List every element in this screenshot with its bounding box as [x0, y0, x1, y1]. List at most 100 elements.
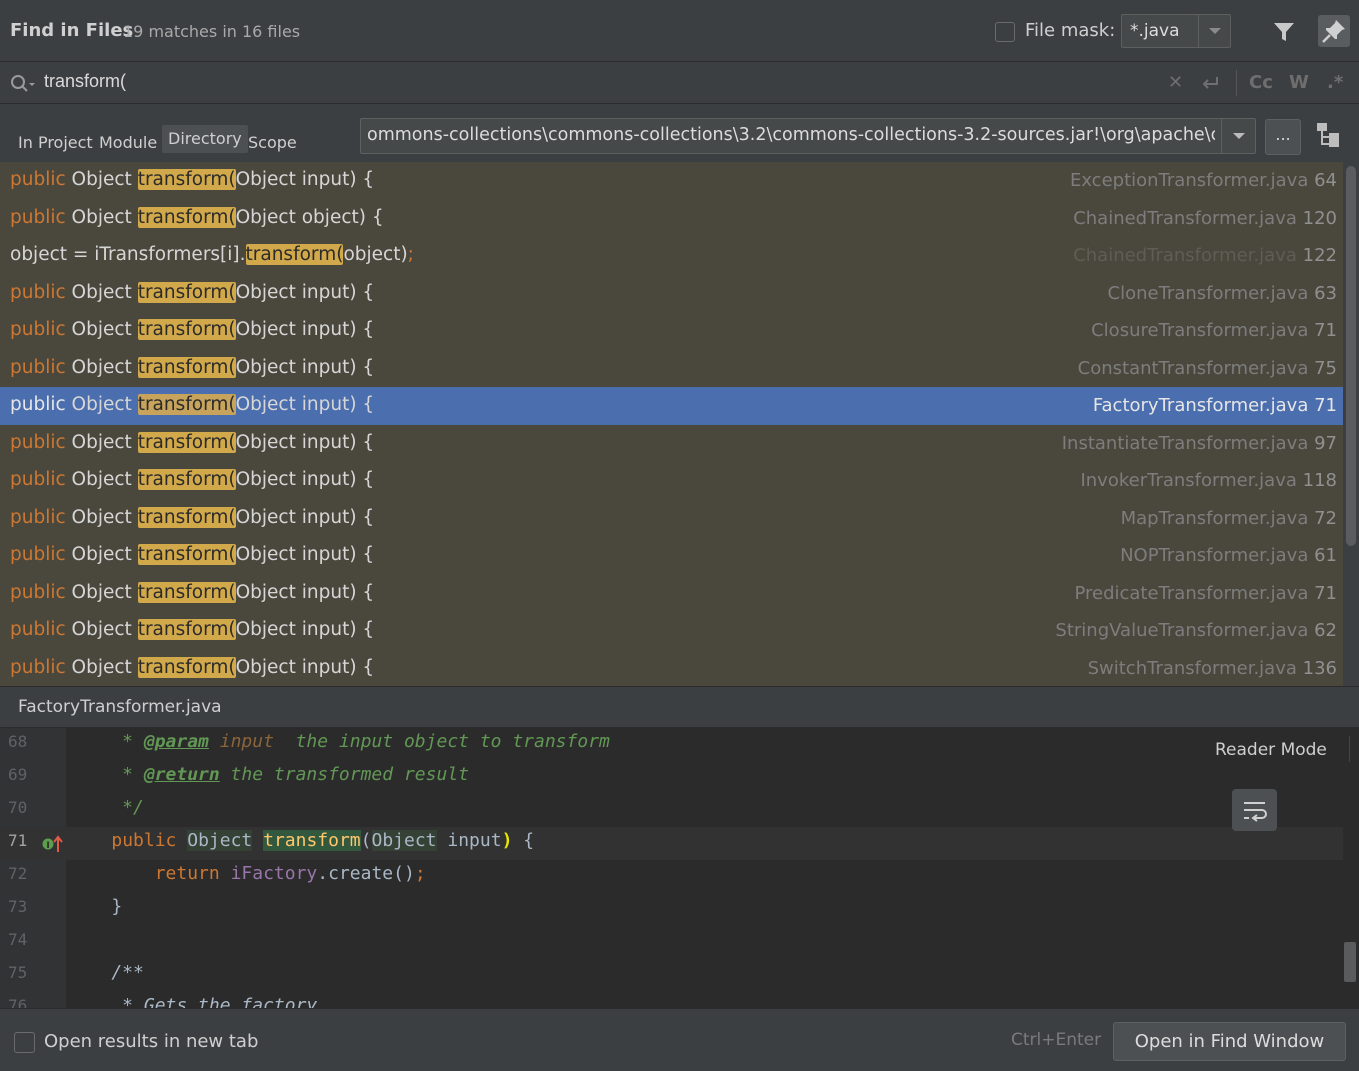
result-file: ChainedTransformer.java 120: [1073, 207, 1337, 229]
result-file: InvokerTransformer.java 118: [1080, 470, 1337, 491]
file-mask-checkbox[interactable]: [995, 22, 1015, 42]
chevron-down-icon[interactable]: [1198, 15, 1230, 47]
result-row[interactable]: public Object transform(Object input) { I…: [0, 462, 1343, 500]
tab-directory[interactable]: Directory: [162, 125, 248, 153]
code-preview[interactable]: 68 * @param input the input object to tr…: [0, 728, 1359, 1008]
file-mask-combo[interactable]: *.java: [1121, 14, 1231, 48]
shortcut-hint: Ctrl+Enter: [1011, 1030, 1102, 1050]
footer: Open results in new tab Ctrl+Enter Open …: [0, 1008, 1359, 1071]
result-code: public Object transform(Object input) {: [10, 319, 375, 340]
results-list: public Object transform(Object input) {E…: [0, 162, 1343, 686]
result-row[interactable]: public Object transform(Object input) { F…: [0, 387, 1343, 425]
new-line-icon[interactable]: [1199, 74, 1221, 94]
preview-scrollbar[interactable]: [1343, 728, 1359, 1008]
code-line[interactable]: 72 return iFactory.create();: [0, 860, 1343, 893]
line-number: 70: [8, 798, 28, 817]
match-highlight: transform(: [137, 431, 236, 453]
result-file: InstantiateTransformer.java 97: [1061, 432, 1337, 454]
result-row[interactable]: public Object transform(Object input) { I…: [0, 425, 1343, 463]
browse-button[interactable]: ...: [1265, 119, 1301, 155]
scope-row: In Project Module Directory Scope ommons…: [0, 104, 1359, 162]
code-line-current[interactable]: 71 I public Object transform(Object inpu…: [0, 827, 1343, 860]
regex-icon[interactable]: .*: [1327, 72, 1343, 93]
new-tab-checkbox[interactable]: [14, 1032, 35, 1053]
tab-scope[interactable]: Scope: [248, 129, 297, 157]
result-file: StringValueTransformer.java 62: [1055, 620, 1337, 641]
new-tab-label[interactable]: Open results in new tab: [44, 1031, 258, 1052]
code-line[interactable]: 70 */: [0, 794, 1343, 827]
open-in-find-window-button[interactable]: Open in Find Window: [1113, 1022, 1346, 1061]
file-mask-label: File mask:: [1025, 20, 1116, 41]
result-row[interactable]: public Object transform(Object input) {M…: [0, 500, 1343, 538]
match-highlight: transform(: [245, 244, 344, 265]
line-number: 75: [8, 963, 28, 982]
result-row[interactable]: public Object transform(Object input) { C…: [0, 350, 1343, 388]
result-file: ConstantTransformer.java 75: [1077, 357, 1337, 379]
search-input[interactable]: [44, 71, 1144, 92]
pin-button[interactable]: [1318, 15, 1350, 47]
match-highlight: transform(: [137, 469, 236, 490]
result-code: public Object transform(Object input) {: [10, 581, 375, 603]
code-line[interactable]: 73 }: [0, 893, 1343, 926]
match-count: 19 matches in 16 files: [123, 22, 301, 41]
soft-wrap-button[interactable]: [1232, 789, 1277, 831]
results-scrollbar[interactable]: [1343, 162, 1359, 686]
scrollbar-thumb[interactable]: [1344, 942, 1356, 982]
words-icon[interactable]: W: [1289, 72, 1309, 93]
result-row[interactable]: public Object transform(Object input) {C…: [0, 312, 1343, 350]
match-case-icon[interactable]: Cc: [1249, 72, 1273, 93]
result-code: public Object transform(Object input) {: [10, 169, 375, 190]
implements-marker-icon[interactable]: I: [42, 835, 64, 853]
code-line[interactable]: 75 /**: [0, 959, 1343, 992]
match-highlight: transform(: [137, 319, 236, 340]
code-line[interactable]: 76 * Gets the factory.: [0, 992, 1343, 1008]
recursive-tree-icon[interactable]: [1314, 120, 1344, 150]
result-code: public Object transform(Object input) {: [10, 431, 375, 453]
chevron-down-icon[interactable]: [1221, 119, 1255, 153]
result-code: public Object transform(Object object) {: [10, 206, 384, 228]
result-row[interactable]: public Object transform(Object input) { C…: [0, 275, 1343, 313]
tab-module[interactable]: Module: [99, 129, 157, 157]
match-highlight: transform(: [137, 206, 236, 228]
result-row[interactable]: public Object transform(Object input) {S…: [0, 612, 1343, 650]
match-highlight: transform(: [137, 356, 236, 378]
pin-icon: [1322, 20, 1345, 43]
result-file: CloneTransformer.java 63: [1107, 282, 1338, 304]
code-line[interactable]: 69 * @return the transformed result: [0, 761, 1343, 794]
clear-icon[interactable]: ✕: [1168, 72, 1183, 93]
result-row[interactable]: object = iTransformers[i].transform(obje…: [0, 237, 1343, 275]
result-code: public Object transform(Object input) {: [10, 469, 375, 490]
result-code: object = iTransformers[i].transform(obje…: [10, 244, 414, 265]
filter-icon[interactable]: [1272, 20, 1296, 44]
match-highlight: transform(: [137, 506, 236, 528]
match-highlight: transform(: [137, 581, 236, 603]
result-row[interactable]: public Object transform(Object input) {E…: [0, 162, 1343, 200]
result-row[interactable]: public Object transform(Object input) {P…: [0, 575, 1343, 613]
directory-combo[interactable]: ommons-collections\commons-collections\3…: [360, 118, 1256, 154]
divider: [1236, 70, 1237, 96]
code-line[interactable]: 68 * @param input the input object to tr…: [0, 728, 1343, 761]
file-mask-value: *.java: [1130, 21, 1180, 41]
result-code: public Object transform(Object input) {: [10, 394, 375, 415]
match-highlight: transform(: [137, 544, 236, 565]
code-line[interactable]: 74: [0, 926, 1343, 959]
match-highlight: transform(: [137, 169, 236, 190]
search-row: ✕ Cc W .*: [0, 62, 1359, 104]
result-row[interactable]: public Object transform(Object input) { N…: [0, 537, 1343, 575]
tab-in-project[interactable]: In Project: [18, 129, 93, 157]
result-row[interactable]: public Object transform(Object object) {…: [0, 200, 1343, 238]
result-row[interactable]: public Object transform(Object input) {S…: [0, 650, 1343, 687]
scrollbar-thumb[interactable]: [1346, 166, 1356, 546]
line-number: 71: [8, 831, 28, 850]
result-file: SwitchTransformer.java 136: [1087, 657, 1337, 679]
search-icon[interactable]: [10, 74, 36, 94]
match-highlight: transform(: [137, 394, 236, 415]
result-code: public Object transform(Object input) {: [10, 544, 375, 565]
soft-wrap-icon: [1244, 802, 1267, 822]
reader-mode-button[interactable]: Reader Mode: [1215, 740, 1327, 760]
result-code: public Object transform(Object input) {: [10, 356, 375, 378]
result-code: public Object transform(Object input) {: [10, 281, 375, 303]
result-file: FactoryTransformer.java 71: [1092, 395, 1337, 416]
result-file: NOPTransformer.java 61: [1120, 545, 1337, 566]
line-number: 68: [8, 732, 28, 751]
